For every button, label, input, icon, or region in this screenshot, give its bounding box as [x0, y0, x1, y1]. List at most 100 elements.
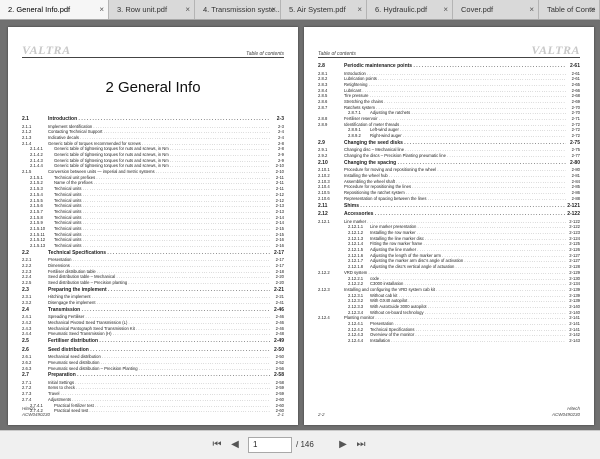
toc-entry-page: 2-17	[272, 249, 284, 258]
toc-entry[interactable]: 2.6 Seed distribution2-50	[22, 346, 284, 355]
toc-entry-number: 2.9.2	[318, 153, 328, 159]
toc-entry[interactable]: 2.8.9.2 Right-wind auger 2-72	[318, 133, 580, 139]
toc-entry-title: Pneumatic seed distribution – Precision …	[48, 366, 270, 372]
footer-doc-number: ACW0490230	[551, 411, 580, 417]
tab-label: 3. Row unit.pdf	[117, 5, 168, 14]
toc-entry-number: 2.10.6	[318, 195, 330, 201]
toc-entry[interactable]: 2.11 Shims2-121	[318, 202, 580, 211]
toc-entry[interactable]: 2.3.2 Disengage the implement 2-41	[22, 299, 284, 306]
first-page-icon[interactable]: ⏮	[210, 438, 224, 452]
previous-page-icon[interactable]: ◀	[228, 438, 242, 452]
toc-entry-number: 2.1	[22, 116, 29, 123]
toc-entry-number: 2.5	[22, 338, 29, 345]
close-tab-icon[interactable]: ×	[185, 0, 190, 19]
toc-entry-number: 2.6.3	[22, 365, 32, 371]
toc-entry-page: 2-122	[566, 211, 580, 219]
toc-entry-page: 2-50	[272, 346, 284, 355]
page-number: 2-2	[318, 411, 325, 417]
toc-entry[interactable]: 2.10 Changing the spacing2-80	[318, 159, 580, 168]
brand-logo: VALTRA	[22, 43, 71, 57]
close-tab-icon[interactable]: ×	[99, 0, 104, 19]
toc-entry-title: Representation of spacing between the li…	[344, 196, 566, 202]
toc-entry-title: Technical units	[54, 243, 270, 249]
toc-entry[interactable]: 2.7 Preparation2-58	[22, 372, 284, 380]
toc-entry-page: 2-121	[566, 202, 580, 211]
toc-entry[interactable]: 2.6.3 Pneumatic seed distribution – Preci…	[22, 365, 284, 372]
toc-entry-title: Introduction	[48, 116, 270, 123]
total-pages: / 146	[296, 440, 314, 449]
toc-entry[interactable]: 2.7.4.2Practical seed test2-60	[22, 408, 284, 414]
toc-entry[interactable]: 2.2.5 Seed distribution table – Precision…	[22, 280, 284, 286]
tab-label: Cover.pdf	[461, 5, 494, 14]
toc-entry-number: 2.9	[318, 140, 325, 147]
toc-entry-title: Right-wind auger	[370, 133, 566, 139]
toc-entry-number: 2.10	[318, 159, 328, 166]
document-tab[interactable]: 5. Air System.pdf ×	[281, 0, 367, 19]
close-tab-icon[interactable]: ×	[443, 0, 448, 19]
next-page-icon[interactable]: ▶	[336, 438, 350, 452]
document-tab[interactable]: 2. General Info.pdf ×	[0, 0, 109, 19]
close-tab-icon[interactable]: ×	[529, 0, 534, 19]
toc-entry-number: 2.2.5	[22, 280, 32, 286]
toc-entry-number: 2.4.4	[22, 331, 32, 337]
close-tab-icon[interactable]: ×	[357, 0, 362, 19]
toc-entry-page: 2-56	[274, 365, 284, 372]
page-left: VALTRA Table of contents 2 General Info …	[8, 27, 298, 425]
toc-entry-number: 2.3	[22, 286, 29, 293]
toc-entry[interactable]: 2.4 Transmission2-46	[22, 306, 284, 315]
header-rule	[318, 57, 580, 58]
document-tab[interactable]: 6. Hydraulic.pdf ×	[367, 0, 453, 19]
close-tab-icon[interactable]: ×	[590, 0, 595, 19]
toc-entry[interactable]: 2.8 Periodic maintenance points2-61	[318, 63, 580, 71]
toc-entry-title: Preparing the implement	[48, 287, 270, 294]
toc-entry-number: 2.3.2	[22, 299, 32, 305]
toc-entry-number: 2.6	[22, 346, 29, 353]
page-navigation-toolbar: ⏮ ◀ 1 / 146 ▶ ⏭	[0, 430, 600, 459]
toc-entry-page: 2-72	[570, 133, 580, 139]
toc-entry[interactable]: 2.1.5.13 Technical units 2-16	[22, 243, 284, 249]
tab-label: 5. Air System.pdf	[289, 5, 346, 14]
toc-entry-number: 2.1.5.13	[30, 243, 46, 249]
toc-entry-number: 2.8	[318, 63, 325, 70]
document-tab-bar: 2. General Info.pdf × 3. Row unit.pdf × 4. T…	[0, 0, 600, 20]
toc-entry-page: 2-75	[568, 140, 580, 148]
toc-entry[interactable]: 2.10.6 Representation of spacing between …	[318, 195, 580, 202]
page-number-input[interactable]: 1	[248, 437, 292, 453]
toc-entry-title: Fertiliser distribution	[48, 338, 270, 345]
toc-entry[interactable]: 2.2 Technical Specifications2-17	[22, 249, 284, 258]
toc-entry-title: Shims	[344, 203, 566, 210]
toc-entry-page: 2-20	[274, 280, 284, 286]
close-tab-icon[interactable]: ×	[271, 0, 276, 19]
document-tab[interactable]: 3. Row unit.pdf ×	[109, 0, 195, 19]
table-of-contents: 2.8Periodic maintenance points2-612.8.1I…	[318, 62, 580, 344]
toc-entry-page: 2-143	[568, 338, 580, 344]
toc-entry-title: Practical seed test	[54, 408, 270, 414]
toc-entry-title: Preparation	[48, 372, 270, 379]
toc-entry-page: 2-16	[274, 243, 284, 249]
toc-entry-page: 2-88	[570, 195, 580, 202]
header-rule	[22, 57, 284, 58]
toc-entry-title: Changing the seed disks	[344, 140, 566, 147]
toc-entry[interactable]: 2.3 Preparing the implement2-21	[22, 286, 284, 295]
toc-entry-title: Seed distribution	[48, 347, 270, 354]
toc-entry[interactable]: 2.4.4 Pneumatic Seed Transmission (H) 2-48	[22, 331, 284, 338]
brand-logo: VALTRA	[531, 43, 580, 57]
page-right: VALTRA Table of contents 2.8 Periodic mai…	[304, 27, 594, 425]
document-tab[interactable]: Cover.pdf ×	[453, 0, 539, 19]
toc-entry-page: 2-77	[570, 153, 580, 159]
toc-entry[interactable]: 2.12.4.4 Installation2-143	[318, 338, 580, 344]
toc-entry[interactable]: 2.9.2 Changing the discs – Precision Plan…	[318, 153, 580, 159]
toc-entry-title: Disengage the implement	[48, 300, 270, 306]
toc-entry-number: 2.12	[318, 211, 328, 218]
document-tab[interactable]: Table of Conte ×	[539, 0, 600, 19]
toc-entry-page: 2-61	[568, 63, 580, 71]
document-viewer[interactable]: VALTRA Table of contents 2 General Info …	[0, 21, 600, 430]
toc-entry-page: 2-58	[272, 372, 284, 380]
toc-entry[interactable]: 2.1 Introduction 2-3	[22, 116, 284, 124]
toc-entry[interactable]: 2.5 Fertiliser distribution2-49	[22, 338, 284, 346]
document-tab[interactable]: 4. Transmission syste... ×	[195, 0, 281, 19]
toc-entry[interactable]: 2.9 Changing the seed disks2-75	[318, 140, 580, 148]
last-page-icon[interactable]: ⏭	[354, 438, 368, 452]
toc-entry-number: 2.11	[318, 202, 328, 209]
toc-entry[interactable]: 2.12 Accessories2-122	[318, 211, 580, 219]
